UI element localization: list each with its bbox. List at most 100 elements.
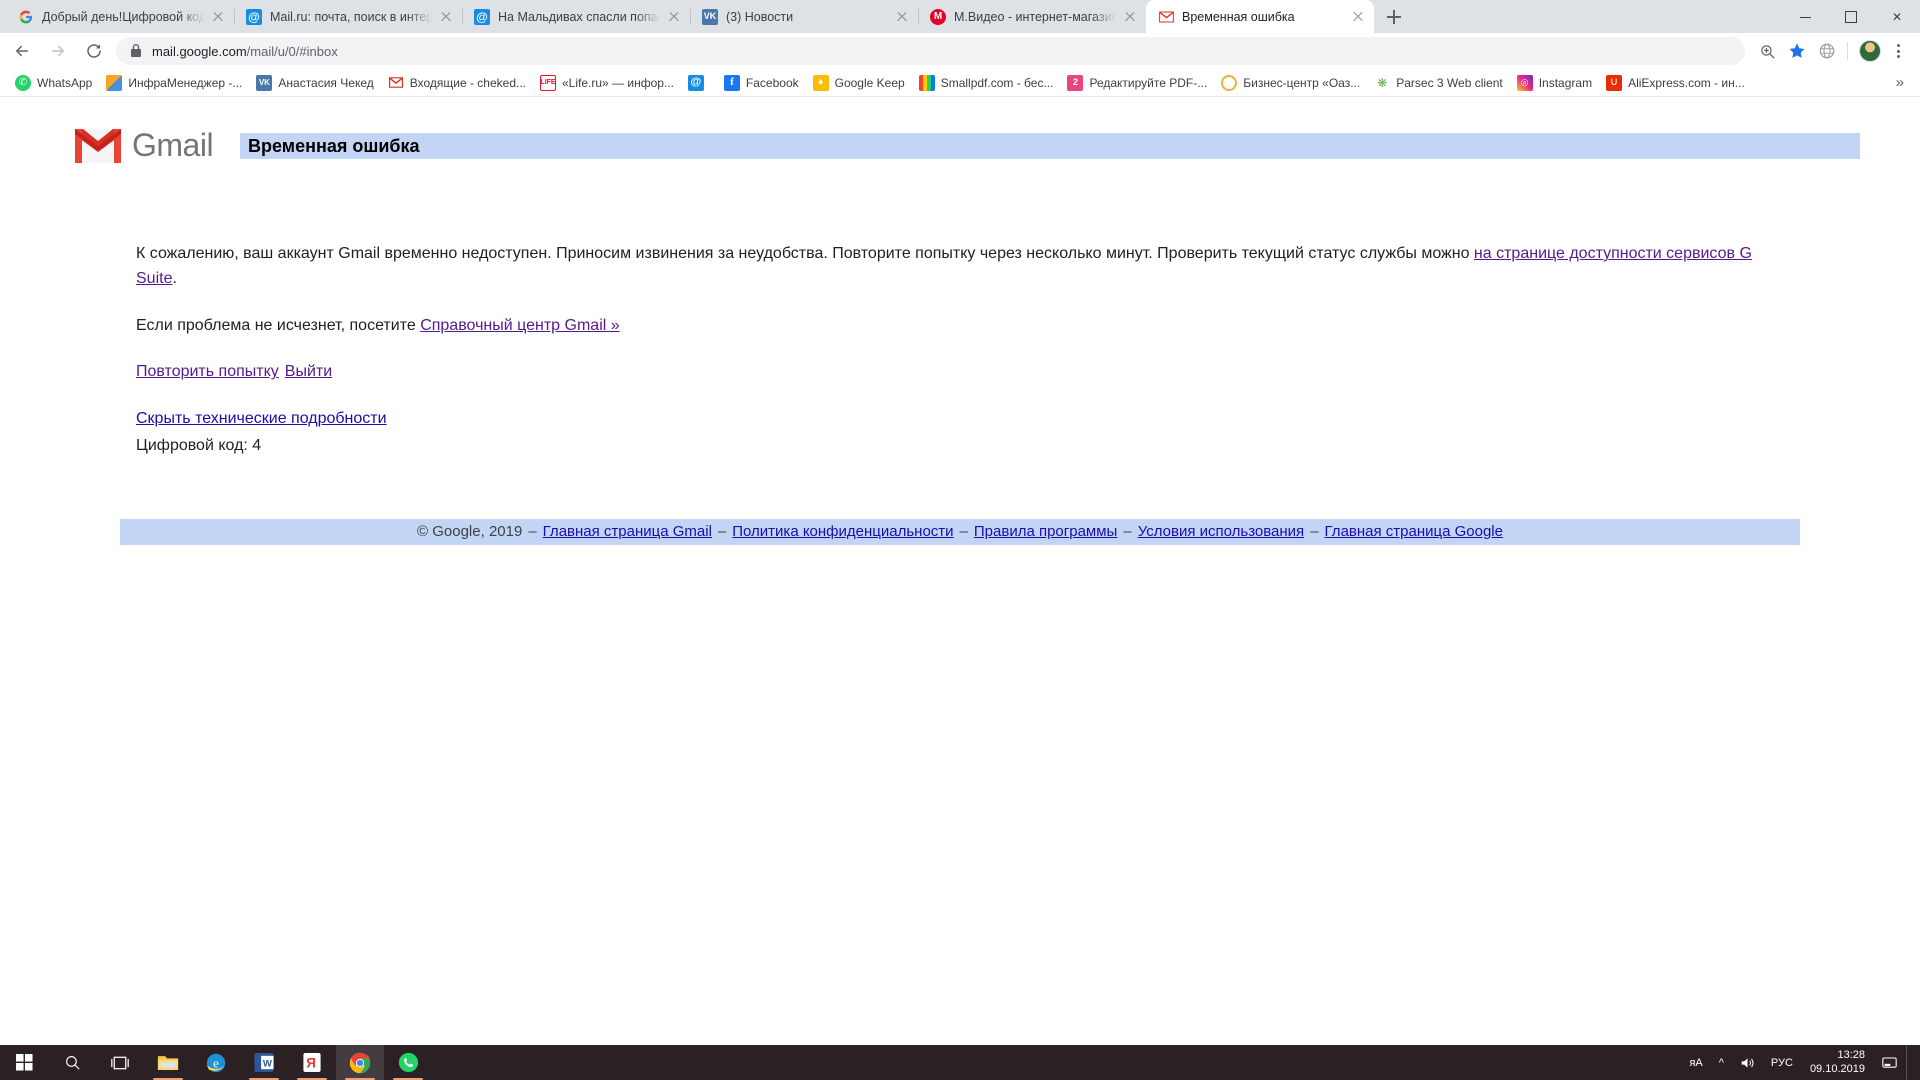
tab-close-icon[interactable] <box>1122 9 1138 25</box>
gmail-icon <box>1158 9 1174 25</box>
footer-link-gmail-home[interactable]: Главная страница Gmail <box>543 523 712 540</box>
toolbar-divider <box>1847 42 1848 60</box>
bookmark-label: Редактируйте PDF-... <box>1089 75 1208 90</box>
bookmark-label: «Life.ru» — инфор... <box>562 75 674 90</box>
chevron-up-icon[interactable]: ^ <box>1712 1045 1731 1080</box>
bookmark-label: ИнфраМенеджер -... <box>128 75 243 90</box>
address-bar[interactable]: mail.google.com/mail/u/0/#inbox <box>116 37 1745 65</box>
page-title-band: Временная ошибка <box>240 132 1860 159</box>
google-icon <box>18 9 34 25</box>
footer-link-privacy[interactable]: Политика конфиденциальности <box>732 523 953 540</box>
bookmark-item[interactable]: ∪ AliExpress.com - ин... <box>1599 72 1752 94</box>
tab-close-icon[interactable] <box>1350 9 1366 25</box>
show-desktop-button[interactable] <box>1906 1045 1914 1080</box>
browser-tab-active[interactable]: Временная ошибка <box>1146 0 1374 33</box>
star-icon[interactable] <box>1783 37 1811 65</box>
windows-start-icon[interactable] <box>0 1045 48 1080</box>
zoom-in-icon[interactable] <box>1753 37 1781 65</box>
yandex-browser-icon[interactable]: Я <box>288 1045 336 1080</box>
browser-window: Добрый день!Цифровой код о @ Mail.ru: по… <box>0 0 1920 1045</box>
footer-link-program-policies[interactable]: Правила программы <box>974 523 1117 540</box>
whatsapp-icon[interactable] <box>384 1045 432 1080</box>
gmail-header: Gmail Временная ошибка <box>60 127 1860 164</box>
avatar[interactable] <box>1856 37 1884 65</box>
file-explorer-icon[interactable] <box>144 1045 192 1080</box>
bookmark-item[interactable]: Входящие - cheked... <box>381 72 533 94</box>
tab-title: М.Видео - интернет-магазин ци <box>954 9 1116 24</box>
kebab-menu-icon[interactable] <box>1884 37 1912 65</box>
tab-title: На Мальдивах спасли попавшу <box>498 9 660 24</box>
tab-close-icon[interactable] <box>666 9 682 25</box>
bookmark-label: WhatsApp <box>37 75 93 90</box>
bookmark-item[interactable]: ♦ Google Keep <box>806 72 912 94</box>
chrome-icon[interactable] <box>336 1045 384 1080</box>
volume-icon[interactable] <box>1733 1045 1762 1080</box>
language-indicator[interactable]: РУС <box>1764 1045 1800 1080</box>
browser-tab[interactable]: @ На Мальдивах спасли попавшу <box>462 0 690 33</box>
minimize-icon[interactable] <box>1782 0 1828 33</box>
pdf2-icon: 2 <box>1067 74 1084 91</box>
bookmark-item[interactable]: ◎ Instagram <box>1510 72 1599 94</box>
bookmark-label: Smallpdf.com - бес... <box>940 75 1054 90</box>
internet-explorer-icon[interactable]: e <box>192 1045 240 1080</box>
tab-title: Временная ошибка <box>1182 9 1295 24</box>
whatsapp-icon: ✆ <box>15 74 31 91</box>
address-bar-url: mail.google.com/mail/u/0/#inbox <box>152 44 338 59</box>
bookmark-item[interactable]: 2 Редактируйте PDF-... <box>1060 72 1214 94</box>
parsec-icon: ❋ <box>1374 74 1391 91</box>
svg-text:e: e <box>213 1056 219 1070</box>
tab-close-icon[interactable] <box>894 9 910 25</box>
gmail-help-center-link[interactable]: Справочный центр Gmail » <box>420 317 619 334</box>
error-actions: Повторить попытку Выйти <box>136 360 1784 385</box>
help-text-before-link: Если проблема не исчезнет, посетите <box>136 316 421 334</box>
tab-close-icon[interactable] <box>438 9 454 25</box>
signout-link[interactable]: Выйти <box>285 363 332 380</box>
system-tray: яA ^ РУС 13:28 09.10.2019 <box>1682 1045 1920 1080</box>
bookmarks-overflow-button[interactable]: » <box>1888 74 1912 91</box>
bookmark-item[interactable]: ❋ Parsec 3 Web client <box>1367 72 1510 94</box>
bookmark-item[interactable]: LIFE «Life.ru» — инфор... <box>533 72 681 94</box>
bookmark-item[interactable]: Бизнес-центр «Оаз... <box>1214 72 1367 94</box>
task-view-icon[interactable] <box>96 1045 144 1080</box>
instagram-icon: ◎ <box>1516 74 1533 91</box>
footer-separator: – <box>1310 523 1319 541</box>
close-icon[interactable]: ✕ <box>1874 0 1920 33</box>
toggle-technical-details-link[interactable]: Скрыть технические подробности <box>136 407 387 432</box>
globe-icon[interactable] <box>1813 37 1841 65</box>
browser-tab[interactable]: VK (3) Новости <box>690 0 918 33</box>
bookmark-item[interactable]: VK Анастасия Чекед <box>249 72 380 94</box>
bookmark-label: Facebook <box>745 75 799 90</box>
clock[interactable]: 13:28 09.10.2019 <box>1802 1049 1873 1077</box>
footer-separator: – <box>717 523 727 541</box>
bookmark-item[interactable]: Smallpdf.com - бес... <box>912 72 1061 94</box>
smallpdf-icon <box>918 74 935 91</box>
back-arrow-icon[interactable] <box>8 37 36 65</box>
error-text-after-link: . <box>172 269 177 287</box>
error-text-before-link: К сожалению, ваш аккаунт Gmail временно … <box>136 245 1474 262</box>
bookmark-item[interactable]: @ <box>681 72 717 94</box>
bookmark-item[interactable]: f Facebook <box>717 72 806 94</box>
browser-tab[interactable]: Добрый день!Цифровой код о <box>6 0 234 33</box>
bookmark-label: Google Keep <box>834 75 905 90</box>
new-tab-button[interactable] <box>1380 3 1408 31</box>
reload-icon[interactable] <box>80 37 108 65</box>
maximize-icon[interactable] <box>1828 0 1874 33</box>
page-footer: © Google, 2019 – Главная страница Gmail … <box>120 518 1800 545</box>
footer-link-terms[interactable]: Условия использования <box>1138 523 1305 540</box>
browser-tab[interactable]: М М.Видео - интернет-магазин ци <box>918 0 1146 33</box>
bookmark-item[interactable]: ИнфраМенеджер -... <box>99 72 249 94</box>
tab-close-icon[interactable] <box>210 9 226 25</box>
bookmark-item[interactable]: ✆ WhatsApp <box>8 72 99 94</box>
forward-arrow-icon[interactable] <box>44 37 72 65</box>
input-indicator[interactable]: яA <box>1682 1045 1709 1080</box>
notification-icon[interactable] <box>1875 1045 1904 1080</box>
browser-toolbar: mail.google.com/mail/u/0/#inbox <box>0 33 1920 69</box>
search-icon[interactable] <box>48 1045 96 1080</box>
tab-title: Mail.ru: почта, поиск в интернет <box>270 9 432 24</box>
error-paragraph-2: Если проблема не исчезнет, посетите Спра… <box>136 314 1784 339</box>
footer-link-google-home[interactable]: Главная страница Google <box>1325 523 1503 540</box>
retry-link[interactable]: Повторить попытку <box>136 363 279 380</box>
word-icon[interactable]: W <box>240 1045 288 1080</box>
browser-tab[interactable]: @ Mail.ru: почта, поиск в интернет <box>234 0 462 33</box>
clock-time: 13:28 <box>1837 1048 1865 1061</box>
